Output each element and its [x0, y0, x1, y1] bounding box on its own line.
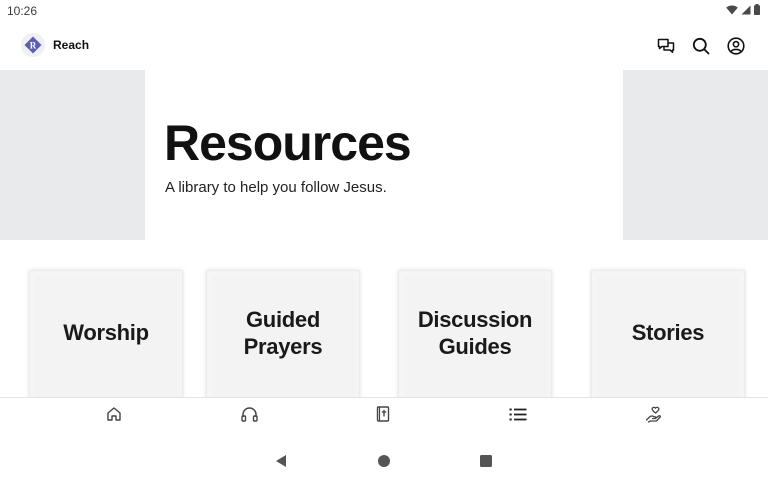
- card-worship[interactable]: Worship: [29, 270, 183, 397]
- bible-icon: [376, 406, 390, 422]
- app-actions: [655, 35, 746, 56]
- chat-icon: [657, 38, 674, 53]
- nav-home[interactable]: [105, 405, 123, 423]
- system-back-button[interactable]: [273, 453, 289, 469]
- app-title: Reach: [53, 38, 90, 52]
- home-icon: [107, 407, 121, 421]
- headphones-icon: [240, 407, 258, 422]
- back-triangle-icon: [276, 455, 286, 467]
- wifi-icon: [726, 4, 738, 14]
- svg-text:R: R: [30, 41, 37, 51]
- hero-banner: Resources A library to help you follow J…: [0, 70, 768, 240]
- card-stories[interactable]: Stories: [591, 270, 745, 397]
- hero-image-placeholder-right: [623, 70, 768, 240]
- page-title: Resources: [164, 115, 412, 171]
- card-guided-prayers[interactable]: Guided Prayers: [206, 270, 360, 397]
- home-circle-icon: [378, 455, 390, 467]
- system-home-button[interactable]: [376, 453, 392, 469]
- page-subtitle: A library to help you follow Jesus.: [165, 179, 387, 196]
- list-icon: [509, 408, 527, 420]
- resource-cards: Worship Guided Prayers Discussion Guides…: [0, 240, 768, 397]
- status-icons: [726, 4, 760, 15]
- hero-image-placeholder-left: [0, 70, 145, 240]
- card-label: Guided Prayers: [243, 306, 323, 359]
- bottom-nav: [0, 397, 768, 430]
- status-bar: 10:26: [0, 0, 768, 22]
- profile-button[interactable]: [725, 35, 746, 56]
- card-label: Worship: [63, 320, 149, 345]
- nav-give[interactable]: [644, 405, 662, 423]
- search-button[interactable]: [690, 35, 711, 56]
- card-discussion-guides[interactable]: Discussion Guides: [398, 270, 552, 397]
- card-label: Stories: [631, 320, 705, 345]
- nav-resources[interactable]: [509, 405, 527, 423]
- battery-icon: [754, 4, 760, 15]
- status-time: 10:26: [7, 4, 38, 18]
- search-icon: [692, 37, 709, 54]
- nav-bible[interactable]: [374, 405, 392, 423]
- recents-square-icon: [480, 455, 492, 467]
- nav-listen[interactable]: [240, 405, 258, 423]
- hand-heart-icon: [645, 406, 661, 423]
- app-bar: R Reach: [0, 22, 768, 70]
- account-icon: [726, 36, 745, 55]
- signal-icon: [741, 5, 751, 14]
- system-nav-bar: [0, 430, 768, 480]
- chat-button[interactable]: [655, 35, 676, 56]
- system-recents-button[interactable]: [478, 453, 494, 469]
- card-label: Discussion Guides: [417, 306, 533, 359]
- reach-logo-icon[interactable]: R: [21, 33, 45, 57]
